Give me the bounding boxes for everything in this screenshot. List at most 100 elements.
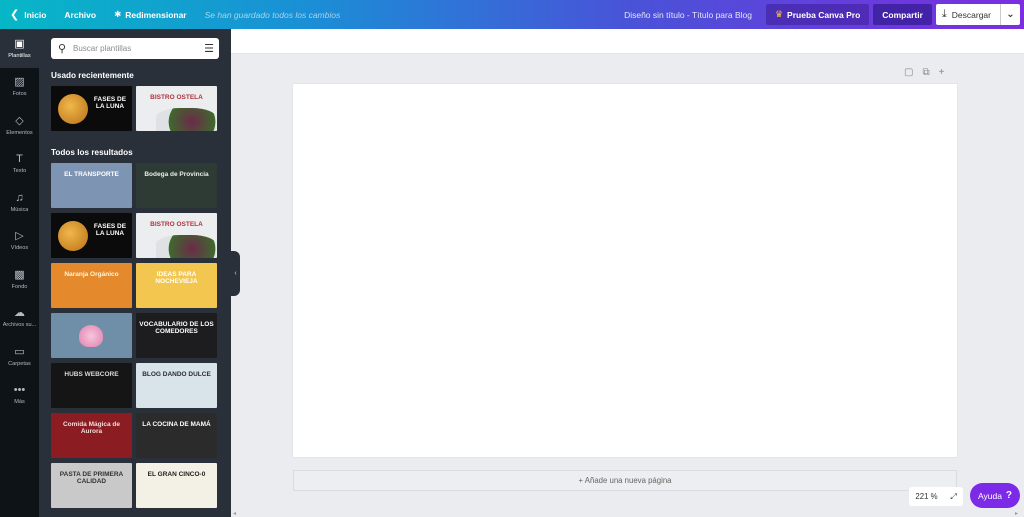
scroll-left-arrow[interactable]: ◂: [233, 510, 236, 517]
template-thumbnail[interactable]: EL GRAN CINCO-0: [136, 463, 217, 508]
resize-button[interactable]: ✱ Redimensionar: [105, 0, 196, 29]
search-input[interactable]: [73, 44, 199, 53]
template-title: BISTRO OSTELA: [150, 221, 203, 228]
rail-item-label: Música: [10, 206, 29, 213]
template-title: Bodega de Provincia: [144, 171, 209, 178]
rail-item-label: Fondo: [11, 283, 28, 290]
template-thumbnail[interactable]: VOCABULARIO DE LOS COMEDORES: [136, 313, 217, 358]
add-page-icon[interactable]: +: [939, 67, 945, 78]
template-title: BISTRO OSTELA: [150, 94, 203, 101]
zoom-control[interactable]: 221 % ⤢: [909, 487, 963, 506]
try-pro-label: Prueba Canva Pro: [787, 9, 861, 20]
download-label: Descargar: [951, 9, 991, 20]
rail-item-label: Fotos: [12, 91, 27, 98]
help-button[interactable]: Ayuda ?: [970, 483, 1020, 508]
template-title: EL TRANSPORTE: [64, 171, 119, 178]
rail-item-6[interactable]: ▩ Fondo: [0, 260, 39, 299]
file-menu-button[interactable]: Archivo: [55, 0, 105, 29]
rail-item-label: Texto: [12, 168, 27, 175]
template-title: Comida Mágica de Aurora: [62, 421, 121, 436]
rail-item-label: Archivos su...: [2, 322, 37, 329]
design-page[interactable]: [293, 84, 957, 457]
template-thumbnail[interactable]: Comida Mágica de Aurora: [51, 413, 132, 458]
rail-item-2[interactable]: ◇ Elementos: [0, 106, 39, 145]
template-title: BLOG DANDO DULCE: [142, 371, 211, 378]
template-title: HUBS WEBCORE: [64, 371, 119, 378]
rail-item-5[interactable]: ▷ Vídeos: [0, 222, 39, 261]
template-thumbnail[interactable]: IDEAS PARA NOCHEVIEJA: [136, 263, 217, 308]
rail-icon: ▭: [14, 345, 25, 358]
rail-item-label: Carpetas: [8, 360, 31, 367]
top-bar: ❮ Inicio Archivo ✱ Redimensionar Se han …: [0, 0, 1024, 29]
filter-icon[interactable]: ☰: [199, 42, 219, 55]
rail-item-7[interactable]: ☁ Archivos su...: [0, 299, 39, 338]
save-status: Se han guardado todos los cambios: [204, 9, 341, 20]
download-button[interactable]: ⤓ Descargar: [935, 4, 1000, 25]
rail-icon: ◇: [15, 114, 24, 127]
rail-icon: ▷: [15, 230, 24, 243]
template-title: VOCABULARIO DE LOS COMEDORES: [139, 321, 214, 336]
template-thumbnail[interactable]: BISTRO OSTELA: [136, 213, 217, 258]
note-icon[interactable]: ▢: [904, 67, 913, 78]
rail-icon: ▩: [14, 268, 25, 281]
rail-icon: •••: [13, 384, 26, 397]
moon-image: [58, 221, 88, 251]
download-icon: ⤓: [941, 8, 947, 20]
rail-icon: ▨: [14, 76, 25, 89]
try-pro-button[interactable]: ♛ Prueba Canva Pro: [765, 4, 870, 25]
add-page-button[interactable]: + Añade una nueva página: [293, 470, 957, 491]
zoom-level: 221 %: [915, 492, 938, 501]
template-thumbnail[interactable]: LA COCINA DE MAMÁ: [136, 413, 217, 458]
template-thumbnail[interactable]: BISTRO OSTELA: [136, 86, 217, 131]
rail-item-0[interactable]: ▣ Plantillas: [0, 29, 39, 68]
template-thumbnail[interactable]: HUBS WEBCORE: [51, 363, 132, 408]
rail-item-label: Más: [14, 399, 25, 406]
resize-label: Redimensionar: [125, 9, 187, 20]
template-title: LA COCINA DE MAMÁ: [142, 421, 211, 428]
template-thumbnail[interactable]: Bodega de Provincia: [136, 163, 217, 208]
rail-icon: T: [16, 153, 23, 166]
home-label: Inicio: [24, 9, 47, 20]
template-thumbnail[interactable]: BLOG DANDO DULCE: [136, 363, 217, 408]
template-title: FASES DE LA LUNA: [93, 223, 127, 238]
rail-item-label: Elementos: [6, 129, 33, 136]
food-image: [156, 108, 216, 131]
chevron-left-icon: ❮: [10, 9, 20, 21]
template-thumbnail[interactable]: EL TRANSPORTE: [51, 163, 132, 208]
side-rail: ▣ Plantillas ▨ Fotos ◇ Elementos T Texto ♫ Música…: [0, 29, 39, 517]
fullscreen-icon[interactable]: ⤢: [950, 492, 956, 502]
home-button[interactable]: ❮ Inicio: [0, 0, 55, 29]
search-box[interactable]: ⚲ ☰: [51, 38, 219, 59]
duplicate-page-icon[interactable]: ⧉: [922, 67, 929, 78]
sparkle-icon: ✱: [114, 9, 122, 19]
share-button[interactable]: Compartir: [873, 4, 932, 25]
template-thumbnail[interactable]: PASTA DE PRIMERA CALIDAD: [51, 463, 132, 508]
template-thumbnail[interactable]: FASES DE LA LUNA: [51, 86, 132, 131]
download-options-button[interactable]: ⌄: [1000, 4, 1020, 25]
lotus-image: [79, 325, 103, 347]
template-thumbnail[interactable]: Naranja Orgánico: [51, 263, 132, 308]
template-thumbnail[interactable]: [51, 313, 132, 358]
collapse-panel-button[interactable]: ‹: [231, 251, 240, 296]
chevron-left-icon: ‹: [234, 270, 237, 277]
template-title: PASTA DE PRIMERA CALIDAD: [59, 471, 124, 486]
template-title: Naranja Orgánico: [64, 271, 119, 278]
page-tools: ▢ ⧉ +: [904, 67, 944, 78]
search-icon: ⚲: [57, 43, 67, 55]
scroll-right-arrow[interactable]: ▸: [1015, 510, 1018, 517]
rail-item-3[interactable]: T Texto: [0, 145, 39, 184]
chevron-down-icon: ⌄: [1006, 9, 1015, 20]
template-thumbnail[interactable]: FASES DE LA LUNA: [51, 213, 132, 258]
document-title[interactable]: Diseño sin título - Título para Blog: [624, 10, 766, 20]
food-image: [156, 235, 216, 258]
rail-item-1[interactable]: ▨ Fotos: [0, 68, 39, 107]
rail-item-8[interactable]: ▭ Carpetas: [0, 337, 39, 376]
help-label: Ayuda: [977, 490, 1002, 501]
rail-icon: ▣: [14, 37, 25, 50]
crown-icon: ♛: [774, 9, 784, 19]
rail-item-9[interactable]: ••• Más: [0, 376, 39, 415]
rail-icon: ♫: [15, 191, 24, 204]
help-icon: ?: [1005, 490, 1013, 501]
rail-item-4[interactable]: ♫ Música: [0, 183, 39, 222]
recent-title: Usado recientemente: [51, 71, 134, 80]
